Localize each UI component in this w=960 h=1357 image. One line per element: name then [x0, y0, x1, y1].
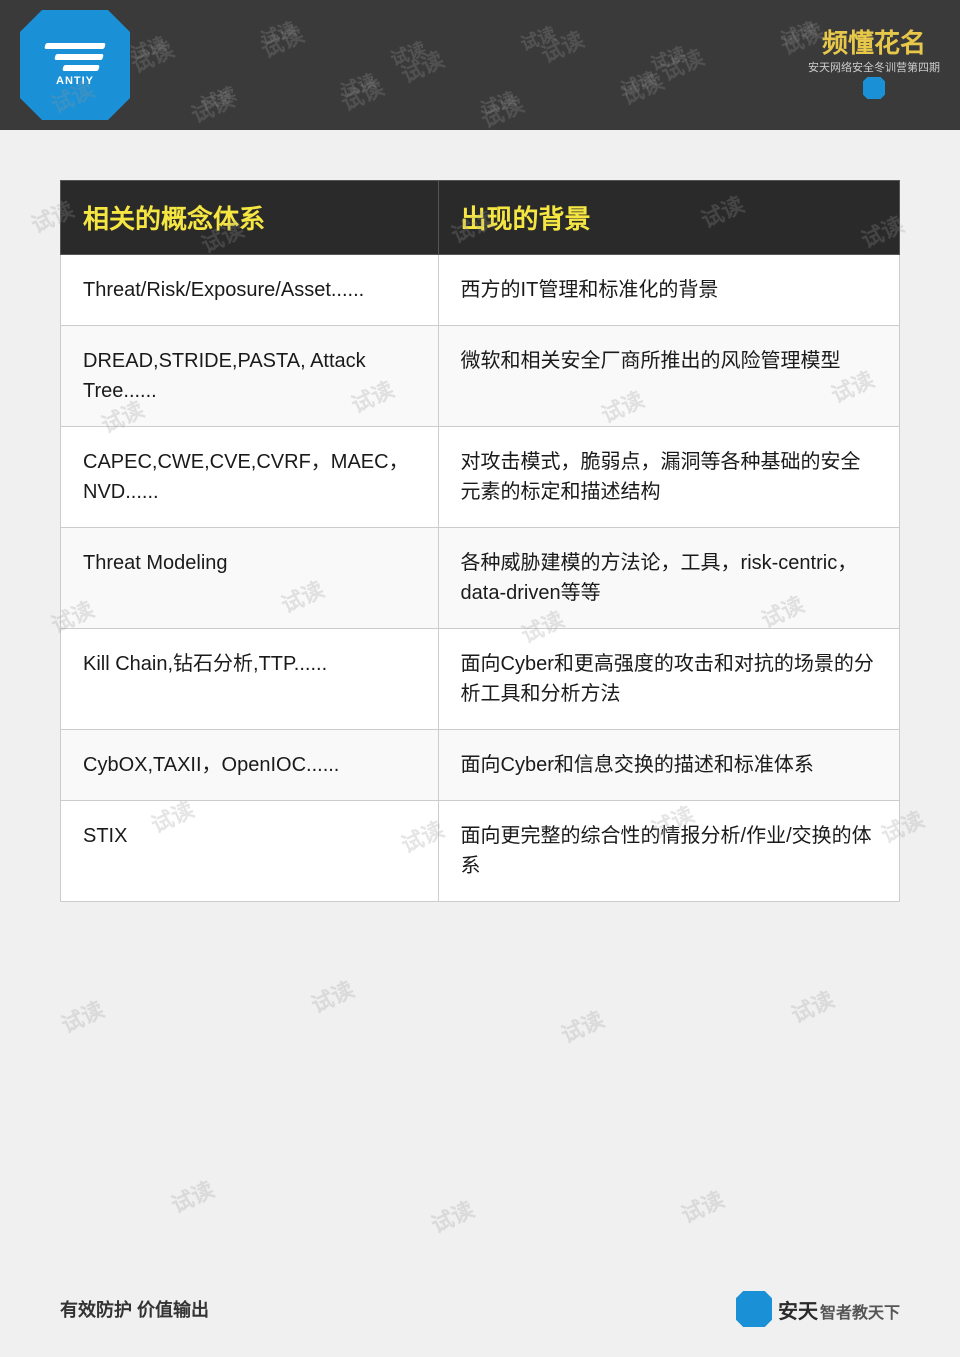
logo: ANTIY: [20, 10, 130, 120]
table-cell-left: Threat/Risk/Exposure/Asset......: [61, 255, 439, 326]
footer-logo: 安天智者教天下: [736, 1291, 900, 1327]
table-cell-left: STIX: [61, 801, 439, 902]
col2-header: 出现的背景: [438, 181, 899, 255]
footer-logo-icon: [736, 1291, 772, 1327]
logo-text: ANTIY: [56, 75, 94, 87]
table-row: Kill Chain,钻石分析,TTP......面向Cyber和更高强度的攻击…: [61, 629, 900, 730]
watermark: 试读: [675, 1182, 728, 1230]
watermark: 试读: [197, 80, 240, 117]
table-cell-left: CybOX,TAXII，OpenIOC......: [61, 730, 439, 801]
table-cell-right: 西方的IT管理和标准化的背景: [438, 255, 899, 326]
watermark: 试读: [517, 20, 560, 57]
watermark: 试读: [617, 65, 660, 102]
col1-header: 相关的概念体系: [61, 181, 439, 255]
table-cell-right: 各种威胁建模的方法论，工具，risk-centric，data-driven等等: [438, 528, 899, 629]
watermark: 试读: [55, 992, 108, 1040]
table-cell-right: 面向更完整的综合性的情报分析/作业/交换的体系: [438, 801, 899, 902]
antiy-badge-logo: [863, 77, 885, 99]
watermark: 试读: [425, 1192, 478, 1240]
antiy-badge: [808, 77, 940, 99]
table-row: CybOX,TAXII，OpenIOC......面向Cyber和信息交换的描述…: [61, 730, 900, 801]
watermark: 试读: [647, 40, 690, 77]
table-cell-left: CAPEC,CWE,CVE,CVRF，MAEC，NVD......: [61, 427, 439, 528]
concepts-table: 相关的概念体系 出现的背景 Threat/Risk/Exposure/Asset…: [60, 180, 900, 902]
watermark: 试读: [127, 30, 170, 67]
table-row: Threat Modeling各种威胁建模的方法论，工具，risk-centri…: [61, 528, 900, 629]
table-row: Threat/Risk/Exposure/Asset......西方的IT管理和…: [61, 255, 900, 326]
watermark: 试读: [555, 1002, 608, 1050]
brand-sub: 安天网络安全冬训营第四期: [808, 59, 940, 75]
page-header: 试读 试读 试读 试读 试读 试读 试读 试读 试读 试读 试读 ANTIY 频…: [0, 0, 960, 130]
page-footer: 有效防护 价值输出 安天智者教天下: [60, 1291, 900, 1327]
watermark: 试读: [257, 15, 300, 52]
header-brand: 频懂花名 安天网络安全冬训营第四期: [808, 31, 940, 99]
watermark: 试读: [387, 35, 430, 72]
table-cell-right: 对攻击模式，脆弱点，漏洞等各种基础的安全元素的标定和描述结构: [438, 427, 899, 528]
watermark: 试读: [477, 85, 520, 122]
watermark: 试读: [337, 67, 380, 104]
watermark: 试读: [305, 972, 358, 1020]
table-cell-right: 微软和相关安全厂商所推出的风险管理模型: [438, 326, 899, 427]
table-cell-right: 面向Cyber和更高强度的攻击和对抗的场景的分析工具和分析方法: [438, 629, 899, 730]
main-content: 相关的概念体系 出现的背景 Threat/Risk/Exposure/Asset…: [0, 130, 960, 942]
footer-slogan: 有效防护 价值输出: [60, 1296, 209, 1322]
logo-icon: [45, 43, 105, 71]
watermark: 试读: [785, 982, 838, 1030]
footer-brand: 安天智者教天下: [778, 1295, 900, 1324]
table-row: DREAD,STRIDE,PASTA, Attack Tree......微软和…: [61, 326, 900, 427]
footer-brand-sub: 智者教天下: [820, 1305, 900, 1322]
table-cell-left: Kill Chain,钻石分析,TTP......: [61, 629, 439, 730]
table-cell-right: 面向Cyber和信息交换的描述和标准体系: [438, 730, 899, 801]
brand-name: 频懂花名: [808, 31, 940, 57]
table-cell-left: Threat Modeling: [61, 528, 439, 629]
table-row: STIX面向更完整的综合性的情报分析/作业/交换的体系: [61, 801, 900, 902]
table-row: CAPEC,CWE,CVE,CVRF，MAEC，NVD......对攻击模式，脆…: [61, 427, 900, 528]
watermark: 试读: [165, 1172, 218, 1220]
table-cell-left: DREAD,STRIDE,PASTA, Attack Tree......: [61, 326, 439, 427]
